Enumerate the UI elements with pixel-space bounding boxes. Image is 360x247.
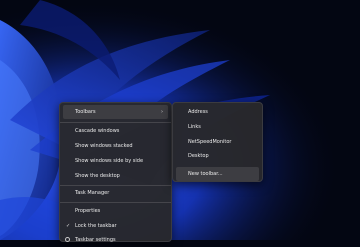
submenu-item-desktop[interactable]: Desktop	[176, 149, 259, 163]
menu-item-label: Show the desktop	[75, 173, 120, 179]
menu-item-task-manager[interactable]: Task Manager	[63, 186, 168, 200]
chevron-right-icon: ›	[161, 109, 163, 115]
toolbars-submenu: Address Links NetSpeedMonitor Desktop Ne…	[172, 102, 263, 182]
menu-item-label: Taskbar settings	[75, 237, 116, 243]
checkmark-icon: ✓	[66, 223, 71, 229]
menu-item-label: Cascade windows	[75, 128, 120, 134]
submenu-item-label: Links	[188, 124, 201, 130]
menu-item-toolbars[interactable]: Toolbars ›	[63, 105, 168, 119]
menu-item-lock-the-taskbar[interactable]: ✓ Lock the taskbar	[63, 219, 168, 233]
menu-item-label: Task Manager	[75, 190, 110, 196]
menu-item-label: Lock the taskbar	[75, 223, 117, 229]
menu-item-show-windows-stacked[interactable]: Show windows stacked	[63, 139, 168, 153]
menu-item-cascade-windows[interactable]: Cascade windows	[63, 124, 168, 138]
menu-separator	[60, 122, 171, 123]
menu-item-properties[interactable]: Properties	[63, 204, 168, 218]
submenu-item-label: NetSpeedMonitor	[188, 139, 232, 145]
submenu-item-label: Address	[188, 109, 208, 115]
menu-item-show-windows-side-by-side[interactable]: Show windows side by side	[63, 154, 168, 168]
menu-item-taskbar-settings[interactable]: Taskbar settings	[63, 233, 168, 247]
submenu-item-label: New toolbar...	[188, 171, 223, 177]
menu-item-label: Properties	[75, 208, 101, 214]
menu-item-label: Toolbars	[75, 109, 96, 115]
submenu-item-label: Desktop	[188, 153, 209, 159]
menu-item-label: Show windows side by side	[75, 158, 144, 164]
taskbar-context-menu: Toolbars › Cascade windows Show windows …	[59, 102, 172, 243]
menu-item-label: Show windows stacked	[75, 143, 133, 149]
menu-item-show-the-desktop[interactable]: Show the desktop	[63, 169, 168, 183]
submenu-item-address[interactable]: Address	[176, 105, 259, 119]
submenu-item-new-toolbar[interactable]: New toolbar...	[176, 167, 259, 181]
submenu-item-links[interactable]: Links	[176, 120, 259, 134]
menu-separator	[60, 202, 171, 203]
submenu-item-netspeedmonitor[interactable]: NetSpeedMonitor	[176, 135, 259, 149]
